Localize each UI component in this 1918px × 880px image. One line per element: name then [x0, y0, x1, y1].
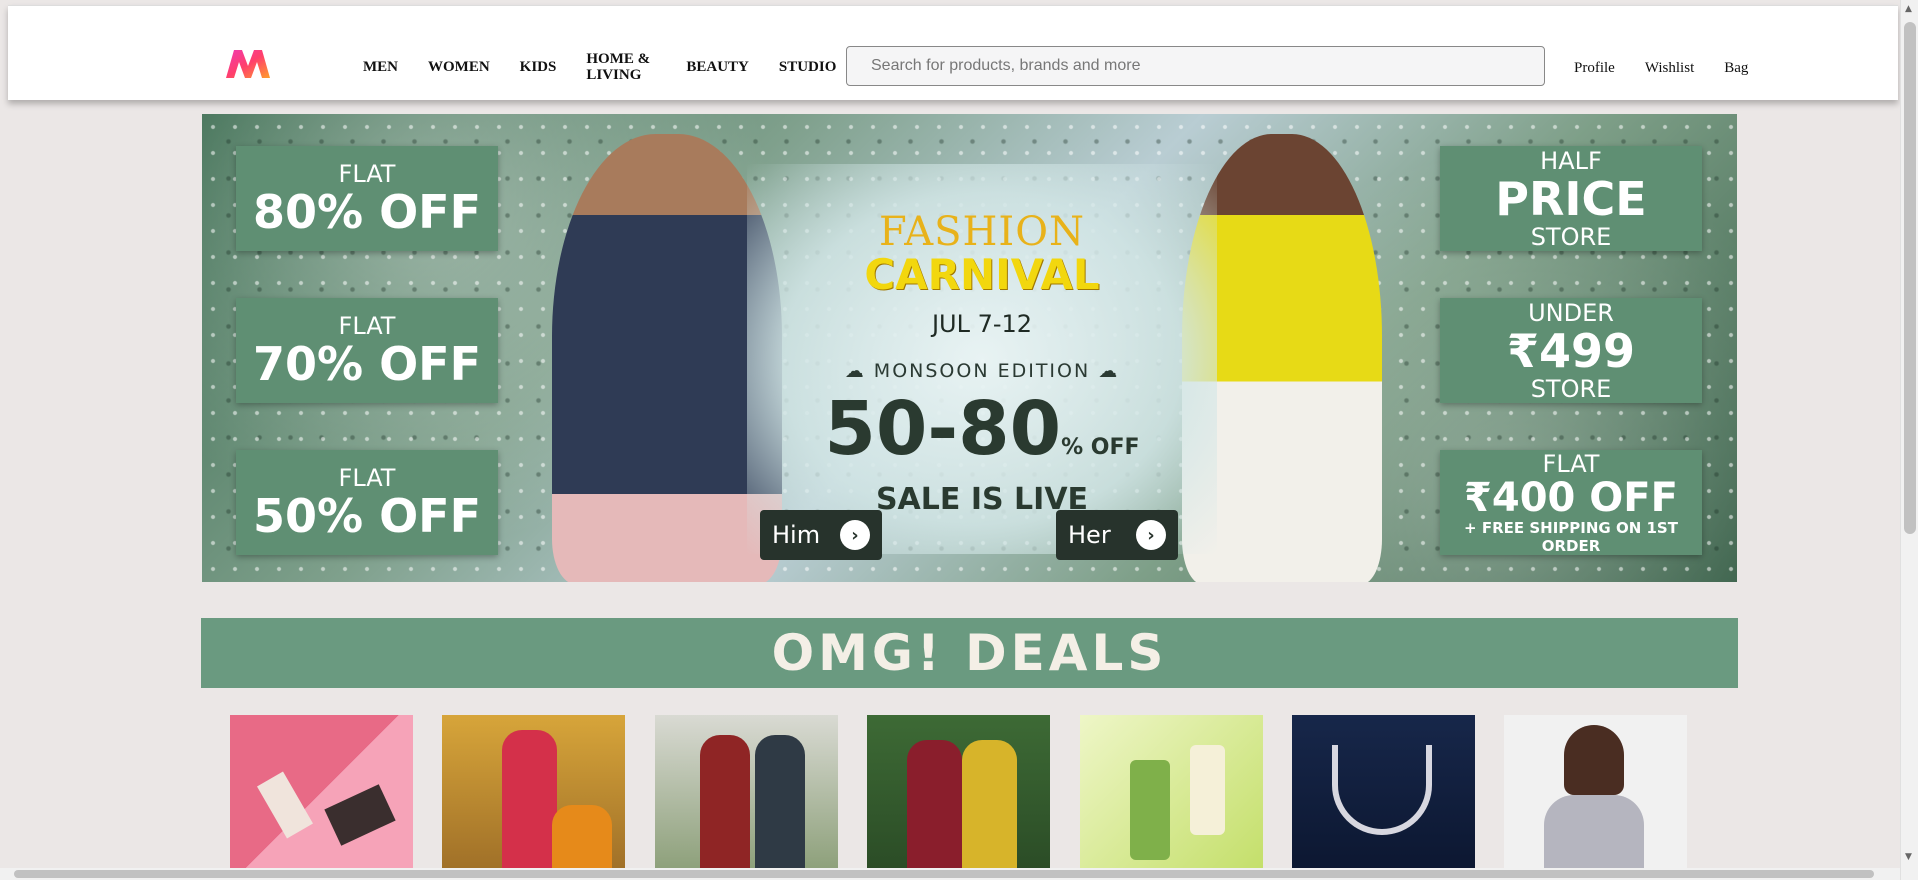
offer-label: FLAT [1542, 449, 1600, 478]
offer-value: PRICE [1495, 171, 1647, 226]
search-input[interactable] [871, 57, 1544, 75]
offer-flat-50[interactable]: FLAT 50% OFF [236, 450, 498, 555]
hero-banner[interactable]: FLAT 80% OFF FLAT 70% OFF FLAT 50% OFF F… [202, 114, 1737, 582]
product-image [1332, 745, 1432, 835]
product-image [907, 740, 962, 870]
offer-label: HALF [1540, 146, 1602, 175]
deal-tile-western[interactable] [1504, 715, 1687, 870]
deals-title: OMG! DEALS [771, 624, 1168, 682]
offer-flat-400[interactable]: FLAT ₹400 OFF + FREE SHIPPING ON 1ST ORD… [1440, 450, 1702, 555]
chevron-right-icon: › [840, 520, 870, 550]
sale-dates: JUL 7-12 [931, 310, 1033, 338]
profile-link[interactable]: Profile [1574, 60, 1615, 77]
product-image [1544, 795, 1644, 870]
product-image [755, 735, 805, 870]
nav-women[interactable]: WOMEN [428, 59, 490, 75]
nav-men[interactable]: MEN [363, 59, 398, 75]
scroll-up-icon[interactable]: ▲ [1905, 4, 1912, 14]
offer-flat-80[interactable]: FLAT 80% OFF [236, 146, 498, 251]
product-image [962, 740, 1017, 870]
omg-deals-banner: OMG! DEALS [201, 618, 1738, 688]
product-image [1190, 745, 1225, 835]
shop-him-button[interactable]: Him › [760, 510, 882, 560]
horizontal-scroll-thumb[interactable] [14, 870, 1874, 878]
offer-sub: + FREE SHIPPING ON 1ST ORDER [1464, 518, 1678, 555]
offer-under-499[interactable]: UNDER ₹499 STORE [1440, 298, 1702, 403]
sale-title-carnival: CARNIVAL [864, 250, 1100, 299]
discount-suffix: % OFF [1061, 435, 1140, 460]
offer-label: FLAT [338, 311, 396, 340]
nav-beauty[interactable]: BEAUTY [686, 59, 749, 75]
wishlist-link[interactable]: Wishlist [1645, 60, 1694, 77]
product-image [1130, 760, 1170, 860]
deal-tile-ethnic-1[interactable] [442, 715, 625, 870]
deal-tile-beauty[interactable] [230, 715, 413, 870]
header-actions: Profile Wishlist Bag [1574, 60, 1778, 77]
bag-link[interactable]: Bag [1724, 60, 1748, 77]
deal-tile-jewellery[interactable] [1292, 715, 1475, 870]
edition-text: MONSOON EDITION [873, 360, 1091, 382]
her-label: Her [1068, 521, 1111, 549]
site-header: MEN WOMEN KIDS HOME & LIVING BEAUTY STUD… [8, 5, 1898, 100]
offer-half-price[interactable]: HALF PRICE STORE [1440, 146, 1702, 251]
scroll-down-icon[interactable]: ▼ [1905, 852, 1912, 862]
deal-tile-ethnic-3[interactable] [867, 715, 1050, 870]
offer-sub: STORE [1530, 222, 1612, 251]
discount-value: 50-80 [824, 386, 1062, 472]
sale-title-fashion: FASHION [878, 209, 1086, 255]
myntra-logo[interactable] [224, 46, 272, 82]
him-label: Him [772, 521, 821, 549]
offer-value: 80% OFF [252, 184, 482, 239]
product-image [324, 784, 396, 846]
horizontal-scrollbar[interactable] [0, 868, 1900, 880]
vertical-scrollbar[interactable]: ▲ ▼ [1900, 0, 1918, 880]
offer-label: UNDER [1528, 298, 1614, 327]
cloud-icon: ☁ [1098, 360, 1120, 382]
deal-tile-ethnic-2[interactable] [655, 715, 838, 870]
product-image [552, 805, 612, 870]
offer-flat-70[interactable]: FLAT 70% OFF [236, 298, 498, 403]
offer-label: FLAT [338, 463, 396, 492]
search-bar [846, 46, 1545, 86]
product-image [700, 735, 750, 870]
offer-value: 70% OFF [252, 336, 482, 391]
product-image [1564, 725, 1624, 795]
sale-announcement: FASHION CARNIVAL JUL 7-12 ☁ MONSOON EDIT… [747, 164, 1217, 554]
deal-tile-skincare[interactable] [1080, 715, 1263, 870]
offer-label: FLAT [338, 159, 396, 188]
offer-value: 50% OFF [252, 488, 482, 543]
shop-her-button[interactable]: Her › [1056, 510, 1178, 560]
offer-sub: STORE [1530, 374, 1612, 403]
discount-range: 50-80% OFF [747, 386, 1217, 472]
product-image [502, 730, 557, 870]
chevron-right-icon: › [1136, 520, 1166, 550]
main-nav: MEN WOMEN KIDS HOME & LIVING BEAUTY STUD… [363, 47, 866, 87]
nav-kids[interactable]: KIDS [520, 59, 557, 75]
nav-studio[interactable]: STUDIO [779, 59, 837, 75]
nav-home-living[interactable]: HOME & LIVING [586, 51, 656, 83]
product-image [257, 771, 313, 839]
offer-value: ₹499 [1506, 323, 1636, 378]
cloud-icon: ☁ [844, 360, 866, 382]
edition-label: ☁ MONSOON EDITION ☁ [747, 360, 1217, 382]
vertical-scroll-thumb[interactable] [1904, 22, 1916, 534]
offer-value: ₹400 OFF [1464, 474, 1678, 521]
